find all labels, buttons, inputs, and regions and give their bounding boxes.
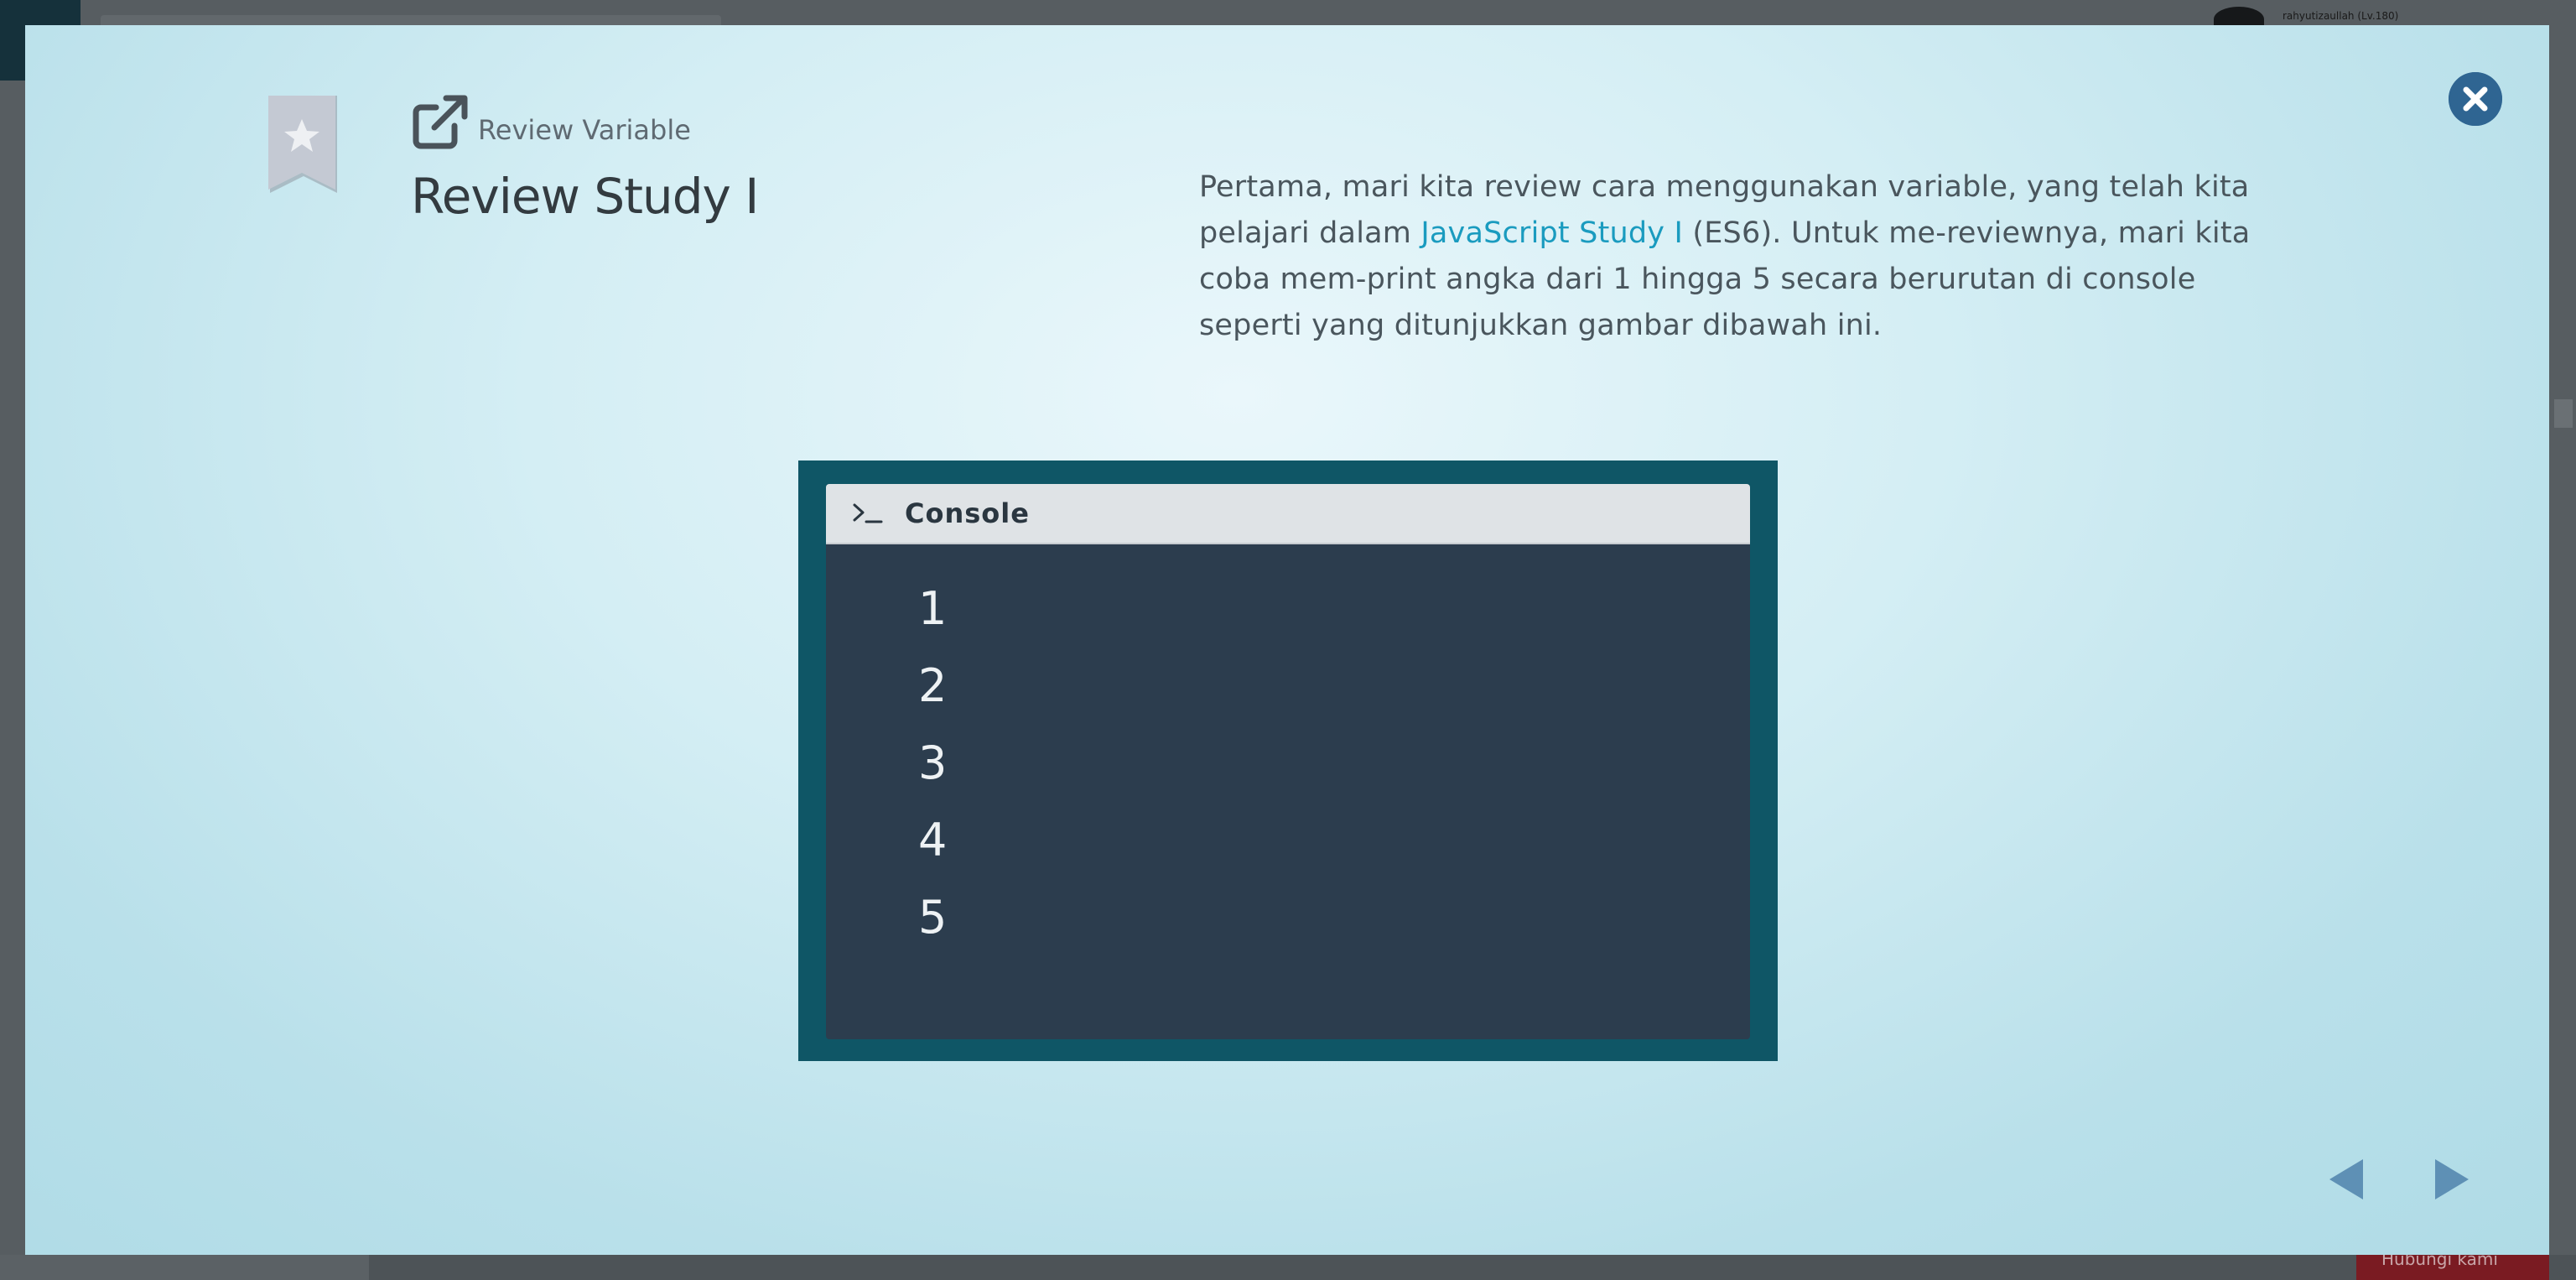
bookmark-button[interactable]	[268, 96, 339, 193]
review-variable-link[interactable]: Review Variable	[411, 91, 691, 149]
close-icon	[2449, 72, 2502, 126]
terminal-prompt-icon	[853, 503, 883, 523]
javascript-study-link[interactable]: JavaScript Study I	[1420, 216, 1683, 250]
console-image: Console 1 2 3 4 5	[798, 460, 1778, 1061]
console-line: 3	[918, 736, 948, 789]
background-bottom-scrollbar	[0, 1255, 369, 1280]
console-line: 4	[918, 814, 948, 866]
previous-button[interactable]	[2323, 1154, 2373, 1205]
breadcrumb-label: Review Variable	[478, 114, 691, 146]
console-line: 5	[918, 891, 948, 944]
user-name-label: rahyutizaullah (Lv.180)	[2283, 10, 2399, 22]
bookmark-star-icon	[268, 96, 337, 193]
close-button[interactable]	[2449, 72, 2502, 126]
arrow-left-icon	[2329, 1159, 2363, 1199]
arrow-right-icon	[2435, 1159, 2469, 1199]
lesson-description: Pertama, mari kita review cara menggunak…	[1199, 164, 2264, 349]
next-button[interactable]	[2425, 1154, 2475, 1205]
console-line: 1	[918, 582, 948, 635]
external-link-icon	[413, 95, 468, 149]
page-title: Review Study I	[411, 168, 759, 225]
console-header: Console	[826, 484, 1750, 544]
background-bottom-bar	[0, 1255, 2576, 1280]
console-line: 2	[918, 659, 948, 712]
console-title: Console	[905, 497, 1030, 529]
lesson-modal: Review Variable Review Study I Pertama, …	[25, 25, 2549, 1255]
background-scroll-thumb	[2554, 399, 2573, 428]
console-window: Console 1 2 3 4 5	[826, 484, 1750, 1039]
